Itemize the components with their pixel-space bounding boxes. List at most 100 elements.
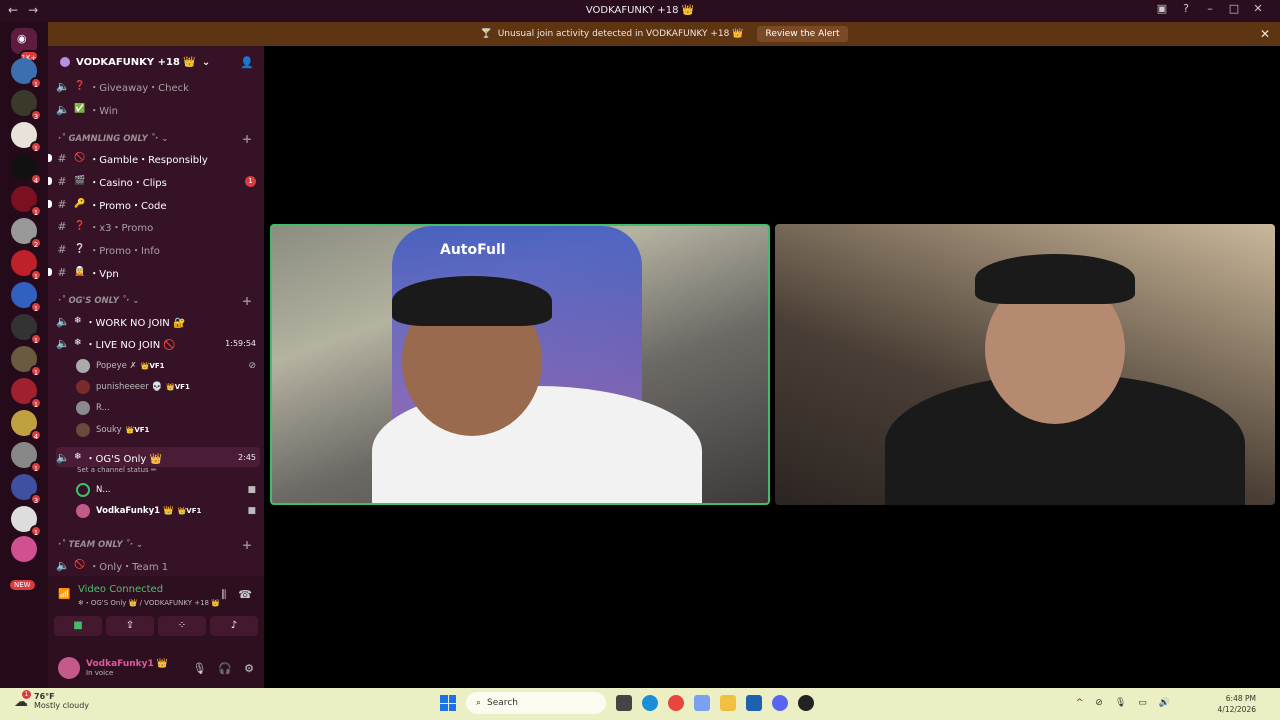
- guild-name: VODKAFUNKY +18 👑: [76, 56, 196, 68]
- display-icon[interactable]: ▭: [1138, 698, 1147, 708]
- channel-team[interactable]: 🔈 🚫 ・Only・Team 1: [56, 555, 260, 575]
- invite-people-icon[interactable]: 👤: [240, 56, 254, 69]
- inbox-icon[interactable]: ▣: [1150, 2, 1174, 15]
- voice-user[interactable]: N... ■: [76, 480, 260, 500]
- channel-giveaway[interactable]: 🔈 ❓ ・Giveaway・Check: [56, 76, 260, 96]
- clock[interactable]: 6:48 PM 4/12/2026: [1218, 693, 1256, 715]
- voice-user[interactable]: punisheeeer 💀 👑VF1: [76, 377, 260, 397]
- hash-icon: #: [57, 151, 67, 165]
- channel-win[interactable]: 🔈 ✅ ・Win: [56, 99, 260, 119]
- system-tray: ^ ⊘ 🎙 ▭ 🔊: [1076, 698, 1170, 708]
- server-icon[interactable]: 1: [11, 346, 42, 377]
- add-channel-icon[interactable]: +: [242, 132, 252, 146]
- network-icon[interactable]: ⊘: [1095, 698, 1103, 708]
- server-icon[interactable]: 1: [11, 506, 42, 537]
- voice-status[interactable]: Video Connected: [78, 584, 163, 595]
- windows-start-icon[interactable]: [440, 695, 456, 711]
- server-icon[interactable]: 1: [11, 314, 42, 345]
- activities-button[interactable]: ⁘: [158, 616, 206, 636]
- volume-icon[interactable]: 🔊: [1159, 698, 1170, 708]
- channel-status[interactable]: Set a channel status ✏: [77, 466, 157, 474]
- avatar[interactable]: [58, 657, 80, 679]
- server-icon[interactable]: 3: [11, 474, 42, 505]
- close-icon[interactable]: ✕: [1260, 27, 1270, 41]
- edge-icon[interactable]: [642, 695, 658, 711]
- search-icon: ⌕: [476, 698, 482, 708]
- muted-icon: ⊘: [248, 361, 256, 371]
- server-icon[interactable]: 1: [11, 282, 42, 313]
- channel-live-no-join[interactable]: 🔈 ❄ ・LIVE NO JOIN 🚫 1:59:54: [56, 333, 260, 353]
- server-icon[interactable]: 1: [11, 250, 42, 281]
- task-view-icon[interactable]: [616, 695, 632, 711]
- home-icon[interactable]: ◉1K+: [11, 28, 39, 62]
- video-tile-speaking[interactable]: AutoFull: [270, 224, 770, 505]
- speaker-icon: 🔈: [56, 102, 70, 116]
- voice-user[interactable]: Popeye ✗ 👑VF1 ⊘: [76, 356, 260, 376]
- voice-user[interactable]: VodkaFunky1 👑 👑VF1 ■: [76, 501, 260, 521]
- category-ogs[interactable]: ·˚ OG'S ONLY ˚· ⌄ +: [58, 294, 258, 312]
- maximize-button[interactable]: □: [1222, 2, 1246, 15]
- video-tile[interactable]: [775, 224, 1275, 505]
- camera-button[interactable]: ■: [54, 616, 102, 636]
- hash-icon: #: [57, 174, 67, 188]
- add-channel-icon[interactable]: +: [242, 538, 252, 552]
- review-alert-button[interactable]: Review the Alert: [757, 26, 848, 42]
- guild-header[interactable]: VODKAFUNKY +18 👑 ⌄ 👤: [48, 46, 264, 78]
- server-icon[interactable]: [11, 536, 37, 562]
- soundboard-button[interactable]: ♪: [210, 616, 258, 636]
- server-icon[interactable]: 1: [11, 58, 42, 89]
- help-icon[interactable]: ?: [1174, 2, 1198, 15]
- category-team[interactable]: ·˚ TEAM ONLY ˚· ⌄ +: [58, 538, 258, 556]
- weather-widget[interactable]: ☁ 1 76°F Mostly cloudy: [10, 690, 89, 710]
- microphone-icon[interactable]: 🎙: [1115, 698, 1126, 708]
- headset: [975, 254, 1135, 304]
- add-channel-icon[interactable]: +: [242, 294, 252, 308]
- camera-icon: ■: [247, 485, 256, 495]
- server-icon[interactable]: 4: [11, 154, 42, 185]
- channel-ogs-only[interactable]: 🔈 ❄ ・OG'S Only 👑 2:45: [56, 447, 260, 467]
- taskbar-search[interactable]: ⌕ Search: [466, 692, 606, 714]
- server-icon[interactable]: 4: [11, 410, 42, 441]
- channel-promo-code[interactable]: # 🔑 ・Promo・Code: [48, 194, 260, 214]
- disconnect-icon[interactable]: ☎: [238, 588, 252, 602]
- alert-banner: 🍸 Unusual join activity detected in VODK…: [48, 22, 1280, 46]
- file-explorer-icon[interactable]: [720, 695, 736, 711]
- avatar: [76, 359, 90, 373]
- screen-share-button[interactable]: ⇪: [106, 616, 154, 636]
- headphones-icon[interactable]: 🎧: [218, 662, 232, 675]
- microphone-icon[interactable]: 🎙: [192, 662, 206, 675]
- hash-icon: #: [57, 242, 67, 256]
- voice-user[interactable]: Souky 👑VF1: [76, 420, 260, 440]
- channel-x3-promo[interactable]: # ❓ ・x3・Promo: [56, 216, 260, 236]
- voice-user[interactable]: R...: [76, 398, 260, 418]
- signal-icon[interactable]: 📶: [58, 589, 70, 600]
- server-icon[interactable]: 2: [11, 218, 42, 249]
- alert-text: Unusual join activity detected in VODKAF…: [497, 29, 744, 39]
- speaker-icon: 🔈: [56, 558, 70, 572]
- chrome-icon[interactable]: [668, 695, 684, 711]
- copilot-icon[interactable]: [694, 695, 710, 711]
- store-icon[interactable]: [746, 695, 762, 711]
- gear-icon[interactable]: ⚙: [244, 662, 254, 675]
- chevron-up-icon[interactable]: ^: [1076, 698, 1084, 708]
- voice-timer: 2:45: [238, 452, 256, 462]
- app-icon[interactable]: [798, 695, 814, 711]
- noise-suppression-icon[interactable]: ⫼: [221, 588, 226, 602]
- channel-vpn[interactable]: # 🧝 ・Vpn: [48, 262, 260, 282]
- server-icon[interactable]: 1: [11, 186, 42, 217]
- server-icon[interactable]: 1: [11, 442, 42, 473]
- server-icon[interactable]: 3: [11, 90, 42, 121]
- minimize-button[interactable]: –: [1198, 2, 1222, 15]
- headset: [392, 276, 552, 326]
- server-icon[interactable]: 1: [11, 122, 42, 153]
- discord-icon[interactable]: [772, 695, 788, 711]
- date: 4/12/2026: [1217, 705, 1256, 714]
- channel-promo-info[interactable]: # ❔ ・Promo・Info: [56, 239, 260, 259]
- channel-work-no-join[interactable]: 🔈 ❄ ・WORK NO JOIN 🔐: [56, 311, 260, 331]
- user-bar: VodkaFunky1 👑 In voice 🎙 🎧 ⚙: [48, 648, 264, 688]
- channel-casino[interactable]: # 🎬 ・Casino・Clips 1: [48, 171, 260, 191]
- video-stage: AutoFull: [264, 46, 1280, 688]
- close-window-button[interactable]: ✕: [1246, 2, 1270, 15]
- server-icon[interactable]: 1: [11, 378, 42, 409]
- channel-gamble[interactable]: # 🚫 ・Gamble・Responsibly: [48, 148, 260, 168]
